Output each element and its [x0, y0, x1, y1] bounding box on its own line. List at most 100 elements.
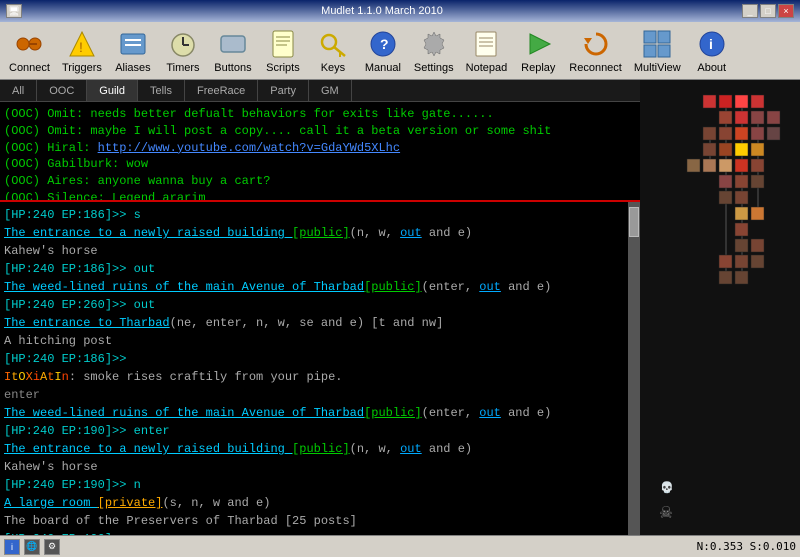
multiview-icon — [641, 28, 673, 60]
title-bar: 🖥 Mudlet 1.1.0 March 2010 _ □ × — [0, 0, 800, 22]
tab-gm[interactable]: GM — [309, 80, 352, 101]
toolbar-reconnect[interactable]: Reconnect — [564, 25, 627, 77]
game-line: The board of the Preservers of Tharbad [… — [4, 512, 624, 530]
toolbar-triggers[interactable]: ! Triggers — [57, 25, 107, 77]
maximize-button[interactable]: □ — [760, 4, 776, 18]
settings-icon — [418, 28, 450, 60]
ooc-message: (OOC) Gabilburk: wow — [4, 156, 636, 173]
scrollbar-thumb[interactable] — [629, 207, 639, 237]
game-line: Kahew's horse — [4, 242, 624, 260]
buttons-label: Buttons — [214, 62, 251, 74]
game-line: [HP:240 EP:190]>> enter — [4, 422, 624, 440]
toolbar-about[interactable]: i About — [688, 25, 736, 77]
tab-tells[interactable]: Tells — [138, 80, 185, 101]
game-line: enter — [4, 386, 624, 404]
toolbar-multiview[interactable]: MultiView — [629, 25, 686, 77]
timers-icon — [167, 28, 199, 60]
stats-display: N:0.353 S:0.010 — [697, 540, 796, 553]
keys-icon — [317, 28, 349, 60]
tab-guild[interactable]: Guild — [87, 80, 138, 101]
status-bar: i 🌐 ⚙ N:0.353 S:0.010 — [0, 535, 800, 557]
triggers-label: Triggers — [62, 62, 102, 74]
toolbar-keys[interactable]: Keys — [309, 25, 357, 77]
notepad-icon — [470, 28, 502, 60]
game-line: Kahew's horse — [4, 458, 624, 476]
ooc-message: (OOC) Hiral: http://www.youtube.com/watc… — [4, 140, 636, 157]
scripts-label: Scripts — [266, 62, 300, 74]
settings-label: Settings — [414, 62, 454, 74]
multiview-label: MultiView — [634, 62, 681, 74]
toolbar-aliases[interactable]: Aliases — [109, 25, 157, 77]
toolbar-settings[interactable]: Settings — [409, 25, 459, 77]
game-line: [HP:240 EP:186]>> s — [4, 206, 624, 224]
info-icon[interactable]: i — [4, 539, 20, 555]
scripts-icon — [267, 28, 299, 60]
window-title: Mudlet 1.1.0 March 2010 — [22, 5, 742, 17]
game-scroll-container: [HP:240 EP:186]>> sThe entrance to a new… — [0, 202, 640, 535]
help-icon: ? — [367, 28, 399, 60]
game-line: [HP:240 EP:186]>> — [4, 350, 624, 368]
toolbar-help[interactable]: ? Manual — [359, 25, 407, 77]
game-line: [HP:240 EP:186]>> out — [4, 260, 624, 278]
about-label: About — [697, 62, 726, 74]
map-panel: 💀 ☠ — [640, 80, 800, 535]
notepad-label: Notepad — [466, 62, 508, 74]
toolbar-notepad[interactable]: Notepad — [461, 25, 513, 77]
ooc-area: (OOC) Omit: needs better defualt behavio… — [0, 102, 640, 202]
tab-bar: AllOOCGuildTellsFreeRacePartyGM — [0, 80, 640, 102]
ooc-message: (OOC) Silence: Legend ararim — [4, 190, 636, 202]
reconnect-icon — [580, 28, 612, 60]
replay-label: Replay — [521, 62, 555, 74]
aliases-icon — [117, 28, 149, 60]
timers-label: Timers — [166, 62, 199, 74]
game-line: [HP:240 EP:190]>> n — [4, 530, 624, 535]
toolbar-connect[interactable]: Connect — [4, 25, 55, 77]
game-line: The entrance to a newly raised building … — [4, 440, 624, 458]
tab-freerace[interactable]: FreeRace — [185, 80, 258, 101]
ooc-message: (OOC) Omit: maybe I will post a copy....… — [4, 123, 636, 140]
game-area[interactable]: [HP:240 EP:186]>> sThe entrance to a new… — [0, 202, 628, 535]
toolbar-replay[interactable]: Replay — [514, 25, 562, 77]
game-line: [HP:240 EP:190]>> n — [4, 476, 624, 494]
game-line: A large room [private](s, n, w and e) — [4, 494, 624, 512]
map-canvas — [640, 80, 800, 535]
aliases-label: Aliases — [115, 62, 150, 74]
reconnect-label: Reconnect — [569, 62, 622, 74]
toolbar-buttons[interactable]: Buttons — [209, 25, 257, 77]
tab-party[interactable]: Party — [258, 80, 309, 101]
svg-text:?: ? — [380, 36, 389, 52]
settings-status-icon[interactable]: ⚙ — [44, 539, 60, 555]
svg-text:!: ! — [79, 39, 83, 55]
main-area: AllOOCGuildTellsFreeRacePartyGM (OOC) Om… — [0, 80, 800, 535]
connect-icon — [13, 28, 45, 60]
scrollbar-track[interactable] — [628, 202, 640, 535]
tab-ooc[interactable]: OOC — [37, 80, 87, 101]
game-line: The entrance to a newly raised building … — [4, 224, 624, 242]
skeleton-image: 💀 ☠ — [660, 481, 674, 525]
game-line: The entrance to Tharbad(ne, enter, n, w,… — [4, 314, 624, 332]
game-line: The weed-lined ruins of the main Avenue … — [4, 278, 624, 296]
buttons-icon — [217, 28, 249, 60]
triggers-icon: ! — [66, 28, 98, 60]
window-controls[interactable]: _ □ × — [742, 4, 794, 18]
game-line: ItOXiAtIn: smoke rises craftily from you… — [4, 368, 624, 386]
tab-all[interactable]: All — [0, 80, 37, 101]
replay-icon — [522, 28, 554, 60]
ooc-message: (OOC) Aires: anyone wanna buy a cart? — [4, 173, 636, 190]
svg-text:i: i — [709, 36, 713, 52]
system-menu[interactable]: 🖥 — [6, 4, 22, 18]
toolbar: Connect! Triggers Aliases Timers Buttons Scri… — [0, 22, 800, 80]
left-panel: AllOOCGuildTellsFreeRacePartyGM (OOC) Om… — [0, 80, 640, 535]
toolbar-timers[interactable]: Timers — [159, 25, 207, 77]
about-icon: i — [696, 28, 728, 60]
keys-label: Keys — [321, 62, 345, 74]
game-line: [HP:240 EP:260]>> out — [4, 296, 624, 314]
game-line: The weed-lined ruins of the main Avenue … — [4, 404, 624, 422]
connect-label: Connect — [9, 62, 50, 74]
help-label: Manual — [365, 62, 401, 74]
network-icon[interactable]: 🌐 — [24, 539, 40, 555]
toolbar-scripts[interactable]: Scripts — [259, 25, 307, 77]
minimize-button[interactable]: _ — [742, 4, 758, 18]
close-button[interactable]: × — [778, 4, 794, 18]
game-line: A hitching post — [4, 332, 624, 350]
